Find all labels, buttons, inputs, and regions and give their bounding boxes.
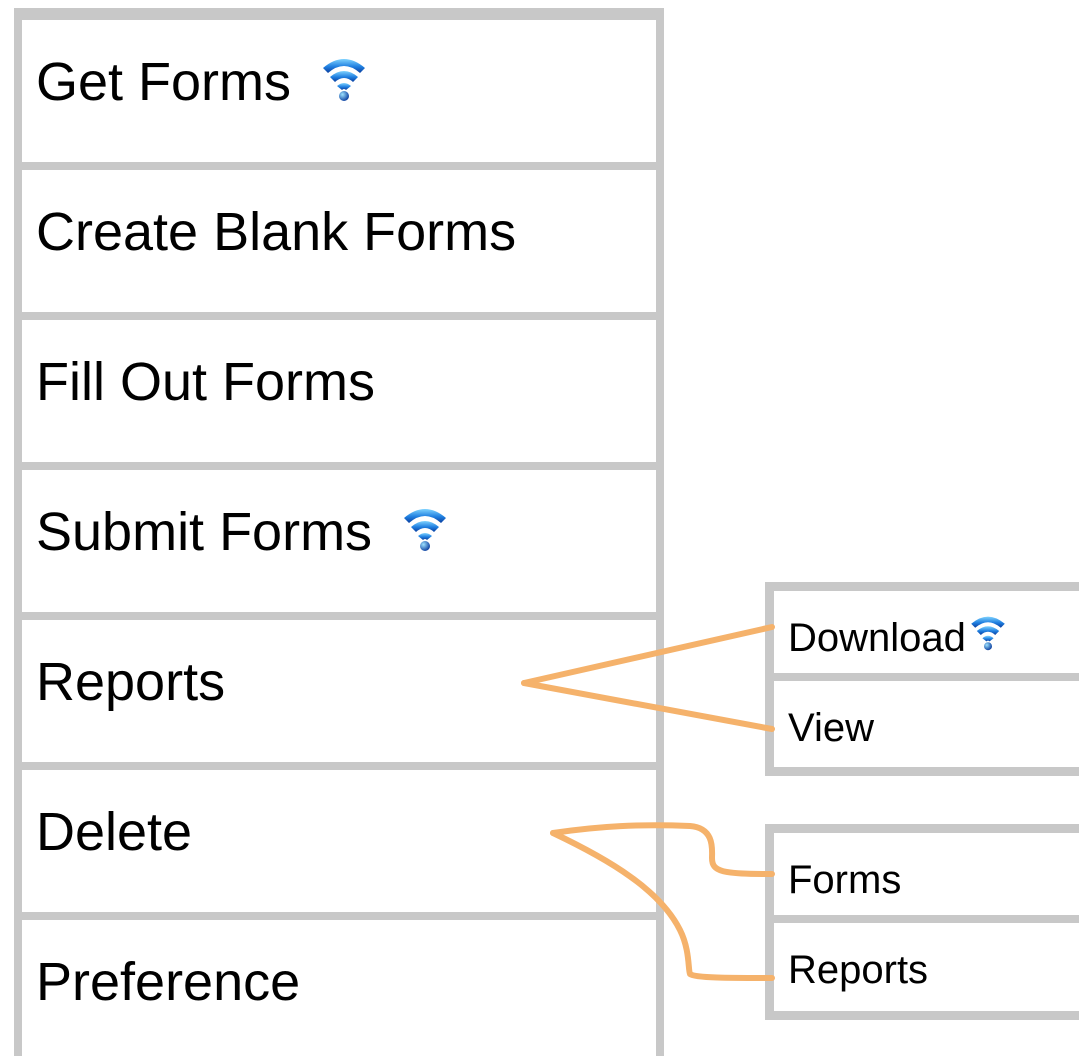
- submenu-item-label: Forms: [788, 858, 902, 902]
- menu-item-label: Get Forms: [36, 52, 292, 112]
- menu-item-reports[interactable]: Reports: [22, 620, 656, 762]
- menu-item-label: Delete: [36, 802, 193, 862]
- menu-item-get-forms[interactable]: Get Forms: [22, 20, 656, 162]
- submenu-item-forms[interactable]: Forms: [774, 833, 1079, 915]
- wifi-icon: [400, 502, 450, 566]
- reports-submenu: Download View: [765, 582, 1079, 776]
- wifi-icon: [319, 52, 369, 116]
- submenu-item-download[interactable]: Download: [774, 591, 1079, 673]
- submenu-item-delete-reports[interactable]: Reports: [774, 923, 1079, 1011]
- submenu-item-label: Download: [788, 616, 966, 660]
- menu-item-delete[interactable]: Delete: [22, 770, 656, 912]
- wifi-icon: [968, 611, 1008, 661]
- submenu-item-view[interactable]: View: [774, 681, 1079, 767]
- delete-submenu: Forms Reports: [765, 824, 1079, 1020]
- menu-item-submit-forms[interactable]: Submit Forms: [22, 470, 656, 612]
- menu-item-create-blank-forms[interactable]: Create Blank Forms: [22, 170, 656, 312]
- menu-item-preference[interactable]: Preference: [22, 920, 656, 1062]
- menu-item-label: Submit Forms: [36, 502, 373, 562]
- menu-item-label: Fill Out Forms: [36, 352, 376, 412]
- submenu-item-label: View: [788, 706, 874, 750]
- menu-item-label: Preference: [36, 952, 301, 1012]
- submenu-item-label: Reports: [788, 948, 929, 992]
- menu-item-fill-out-forms[interactable]: Fill Out Forms: [22, 320, 656, 462]
- menu-item-label: Reports: [36, 652, 226, 712]
- menu-item-label: Create Blank Forms: [36, 202, 517, 262]
